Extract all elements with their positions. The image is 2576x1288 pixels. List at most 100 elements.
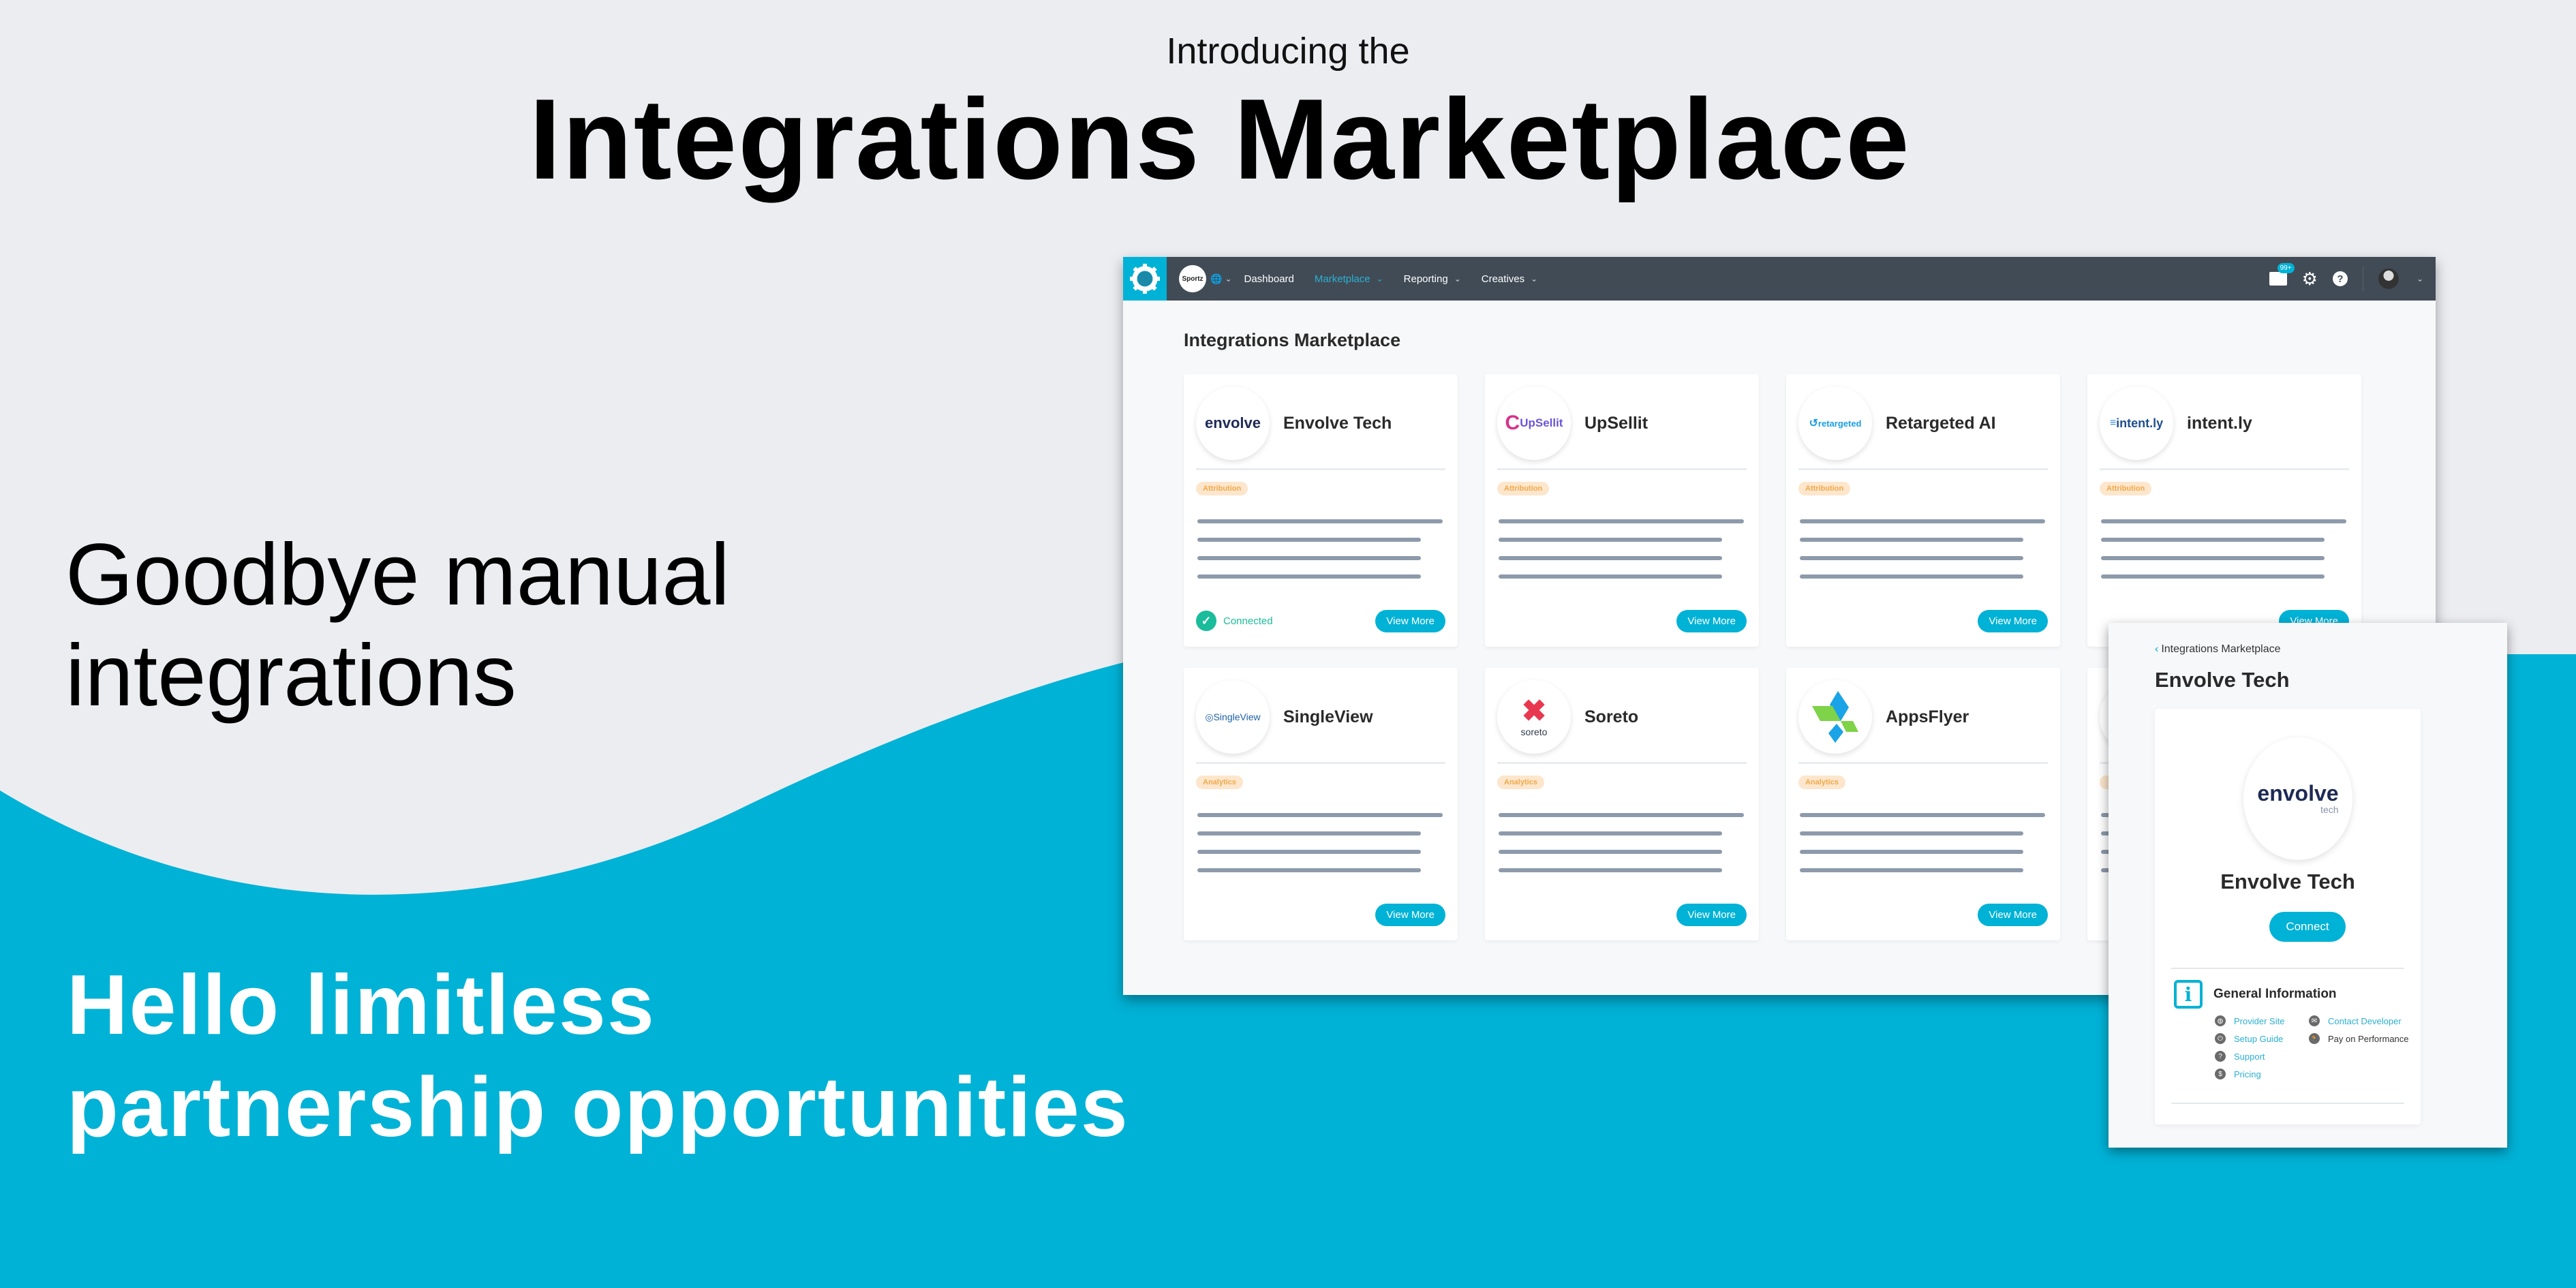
runner-icon: 🏃 (2309, 1033, 2320, 1044)
contact-developer-link[interactable]: ✉ Contact Developer (2309, 1015, 2402, 1026)
hello-line-2: partnership opportunities (67, 1060, 1129, 1154)
top-right-actions: 99+ ⚙ ? ⌄ (2269, 257, 2423, 301)
integration-card-retargeted-ai[interactable]: ↺ retargeted Retargeted AI Attribution Vi… (1786, 374, 2060, 647)
card-title: AppsFlyer (1886, 707, 1969, 726)
settings-gear-icon[interactable]: ⚙ (2302, 269, 2318, 290)
category-tag: Attribution (1196, 482, 1248, 495)
envolve-logo: envolve (1196, 386, 1270, 460)
globe-icon: ◍ (2215, 1015, 2226, 1026)
integration-card-appsflyer[interactable]: AppsFlyer Analytics View More (1786, 668, 2060, 940)
general-information-heading: General Information (2213, 987, 2337, 1001)
divider (2171, 1103, 2404, 1104)
setup-guide-link[interactable]: ⏻ Setup Guide (2215, 1033, 2283, 1044)
breadcrumb[interactable]: ‹ Integrations Marketplace (2155, 643, 2281, 656)
divider (1798, 762, 2048, 764)
mail-icon[interactable]: 99+ (2269, 263, 2295, 286)
card-header: ↺ retargeted Retargeted AI (1786, 374, 2060, 461)
card-header: C UpSellit UpSellit (1485, 374, 1759, 461)
detail-title: Envolve Tech (2155, 668, 2290, 692)
link-label: Support (2234, 1051, 2265, 1062)
intently-logo: ≡ intent.ly (2100, 386, 2173, 460)
view-more-button[interactable]: View More (1375, 903, 1445, 926)
logo-text: retargeted (1818, 418, 1862, 429)
link-label: Setup Guide (2234, 1033, 2284, 1044)
soreto-logo: ✖ soreto (1497, 680, 1571, 754)
gear-logo-icon (1130, 264, 1160, 294)
chevron-left-icon: ‹ (2155, 643, 2159, 655)
retargeted-hook-icon: ↺ (1809, 418, 1818, 429)
chevron-down-icon: ⌄ (1454, 274, 1461, 283)
notification-badge: 99+ (2277, 263, 2295, 273)
card-footer: View More (1497, 902, 1747, 927)
pricing-link[interactable]: $ Pricing (2215, 1069, 2261, 1079)
integration-card-upsellit[interactable]: C UpSellit UpSellit Attribution View More (1485, 374, 1759, 647)
logo-text: SingleView (1213, 711, 1261, 722)
card-title: intent.ly (2187, 413, 2252, 433)
nav-marketplace[interactable]: Marketplace ⌄ (1315, 273, 1383, 285)
card-footer: View More (1196, 902, 1445, 927)
card-header: ≡ intent.ly intent.ly (2087, 374, 2361, 461)
nav-label: Marketplace (1314, 273, 1370, 285)
support-link[interactable]: ? Support (2215, 1051, 2265, 1062)
pay-on-performance: 🏃 Pay on Performance (2309, 1033, 2409, 1044)
power-icon: ⏻ (2215, 1033, 2226, 1044)
hello-line-1: Hello limitless (67, 958, 656, 1052)
goodbye-line-1: Goodbye manual (65, 526, 730, 624)
connect-button[interactable]: Connect (2269, 912, 2346, 942)
integration-card-intently[interactable]: ≡ intent.ly intent.ly Attribution View Mo… (2087, 374, 2361, 647)
chevron-down-icon[interactable]: ⌄ (1225, 274, 1231, 283)
singleview-logo: ◎ SingleView (1196, 680, 1270, 754)
nav-dashboard[interactable]: Dashboard (1244, 273, 1294, 285)
view-more-button[interactable]: View More (1978, 903, 2048, 926)
card-footer: View More (1497, 609, 1747, 633)
funnel-icon: ≡ (2109, 417, 2117, 429)
appsflyer-icon (1812, 691, 1858, 743)
nav-creatives[interactable]: Creatives ⌄ (1482, 273, 1537, 285)
view-more-button[interactable]: View More (1676, 903, 1747, 926)
view-more-button[interactable]: View More (1978, 609, 2048, 632)
app-logo[interactable] (1123, 257, 1167, 301)
info-icon: i (2174, 980, 2203, 1009)
category-tag: Attribution (1497, 482, 1550, 495)
integration-card-soreto[interactable]: ✖ soreto Soreto Analytics View More (1485, 668, 1759, 940)
singleview-ring-icon: ◎ (1205, 711, 1214, 722)
logo-text: envolve (2257, 781, 2339, 806)
user-avatar[interactable] (2378, 269, 2399, 289)
divider (1196, 468, 1445, 470)
logo-text: envolve (1205, 414, 1261, 431)
nav-reporting[interactable]: Reporting ⌄ (1404, 273, 1461, 285)
help-icon[interactable]: ? (2332, 271, 2348, 286)
card-header: ✖ soreto Soreto (1485, 668, 1759, 755)
integration-card-envolve-tech[interactable]: envolve Envolve Tech Attribution ✓ Conne… (1184, 374, 1458, 647)
category-tag: Analytics (1497, 776, 1544, 789)
view-more-button[interactable]: View More (1375, 609, 1445, 632)
divider (1497, 468, 1747, 470)
link-label: Pricing (2234, 1069, 2261, 1079)
card-header: AppsFlyer (1786, 668, 2060, 755)
card-title: Envolve Tech (1283, 413, 1392, 433)
brand-badge[interactable]: Sportz (1179, 265, 1206, 292)
goodbye-heading: Goodbye manual integrations (65, 525, 730, 726)
nav-label: Reporting (1403, 273, 1448, 285)
provider-site-link[interactable]: ◍ Provider Site (2215, 1015, 2284, 1026)
integration-detail-window: ‹ Integrations Marketplace Envolve Tech e… (2109, 623, 2507, 1148)
globe-icon[interactable]: 🌐 (1210, 273, 1222, 285)
soreto-x-icon: ✖ (1521, 694, 1547, 728)
description-placeholder (1184, 495, 1458, 579)
dollar-icon: $ (2215, 1069, 2226, 1079)
card-title: Soreto (1584, 707, 1639, 726)
category-tag: Analytics (1798, 776, 1845, 789)
hello-heading: Hello limitless partnership opportunitie… (67, 954, 1129, 1159)
card-header: ◎ SingleView SingleView (1184, 668, 1458, 755)
view-more-button[interactable]: View More (1676, 609, 1747, 632)
chevron-down-icon[interactable]: ⌄ (2417, 274, 2423, 283)
link-label: Provider Site (2234, 1015, 2285, 1026)
nav-label: Dashboard (1244, 273, 1294, 285)
goodbye-line-2: integrations (65, 627, 517, 724)
integration-card-singleview[interactable]: ◎ SingleView SingleView Analytics View Mo… (1184, 668, 1458, 940)
envolve-logo: envolve tech (2243, 737, 2352, 860)
divider (1798, 468, 2048, 470)
divider (1196, 762, 1445, 764)
detail-card: envolve tech Envolve Tech Connect i Gene… (2155, 709, 2421, 1124)
connected-status: ✓ Connected (1196, 611, 1273, 631)
